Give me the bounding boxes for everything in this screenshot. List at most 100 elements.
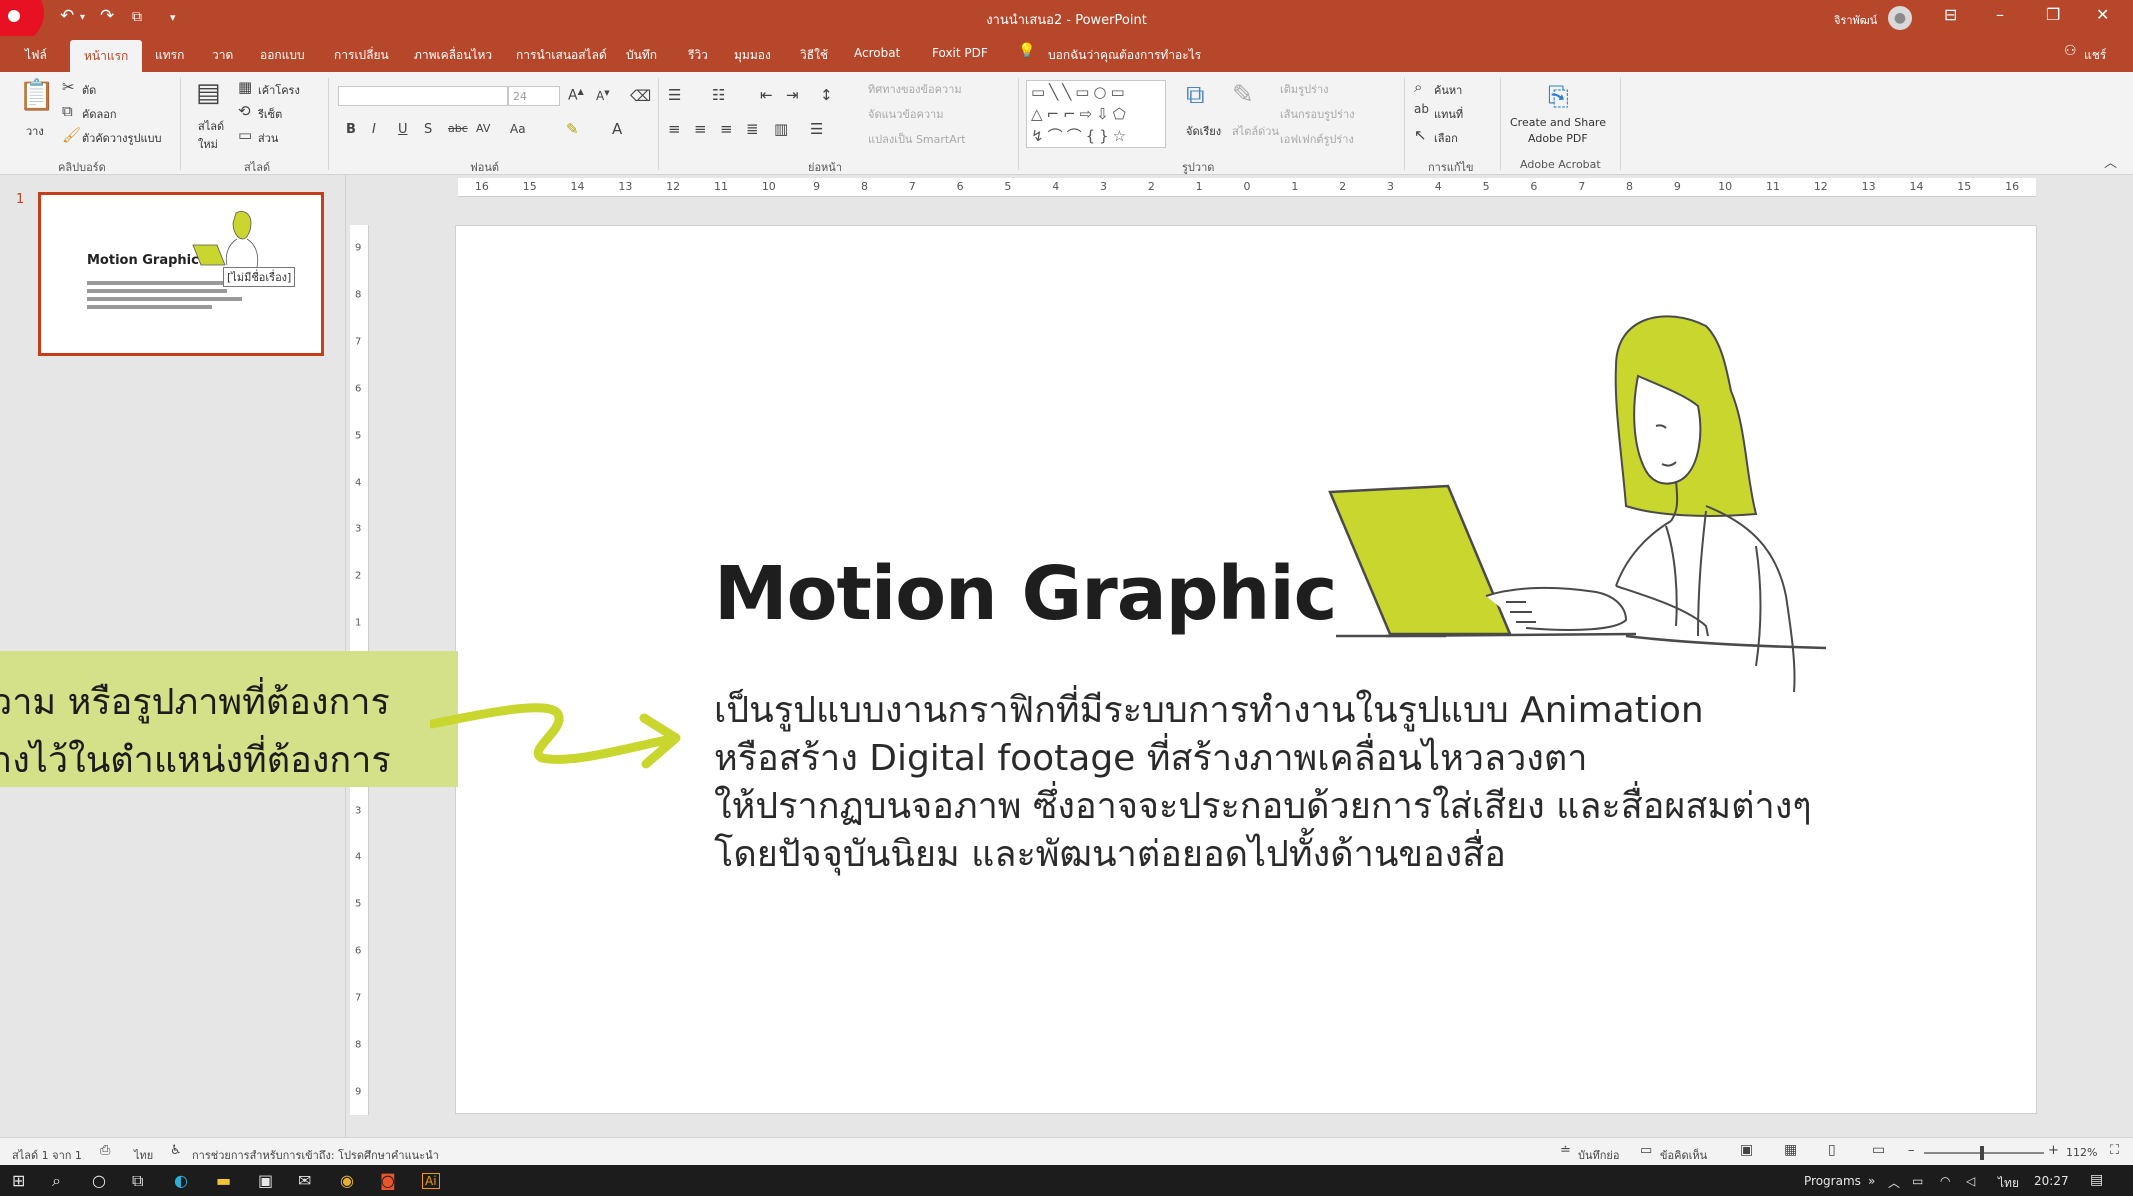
tab-transitions[interactable]: การเปลี่ยน xyxy=(334,46,389,65)
programs-toolbar[interactable]: Programs xyxy=(1804,1174,1861,1188)
slideshow-icon[interactable]: ▭ xyxy=(1872,1142,1885,1158)
notes-button[interactable]: บันทึกย่อ xyxy=(1578,1146,1619,1164)
expand-toolbar-icon[interactable]: » xyxy=(1868,1174,1875,1188)
tab-draw[interactable]: วาด xyxy=(212,46,233,65)
copy-button[interactable]: คัดลอก xyxy=(82,105,117,123)
shrink-font-icon[interactable]: A▼ xyxy=(596,89,610,103)
zoom-out-icon[interactable]: – xyxy=(1908,1143,1915,1158)
select-button[interactable]: เลือก xyxy=(1434,129,1458,147)
highlight-icon[interactable]: ✎ xyxy=(566,120,579,138)
slide-thumbnail[interactable]: Motion Graphic [ไม่มีชื่อเรื่อง] xyxy=(38,192,324,356)
notes-icon[interactable]: ≐ xyxy=(1560,1143,1571,1158)
store-icon[interactable]: ▣ xyxy=(258,1171,273,1190)
quick-styles-icon[interactable]: ✎ xyxy=(1232,80,1254,110)
chrome-icon[interactable]: ◉ xyxy=(340,1171,354,1190)
zoom-level[interactable]: 112% xyxy=(2066,1146,2097,1159)
decrease-indent-icon[interactable]: ⇤ xyxy=(760,86,773,104)
zoom-in-icon[interactable]: + xyxy=(2048,1143,2059,1158)
share-button[interactable]: แชร์ xyxy=(2084,46,2106,65)
arrange-button[interactable]: จัดเรียง xyxy=(1186,122,1221,140)
input-language[interactable]: ไทย xyxy=(1998,1174,2019,1193)
clock[interactable]: 20:27 xyxy=(2034,1174,2069,1188)
accessibility-icon[interactable]: ♿ xyxy=(170,1143,182,1158)
language-indicator[interactable]: ไทย xyxy=(134,1146,153,1164)
underline-icon[interactable]: U xyxy=(398,122,408,137)
change-case-icon[interactable]: Aa xyxy=(510,122,526,136)
layout-button[interactable]: เค้าโครง xyxy=(258,81,300,99)
clear-formatting-icon[interactable]: ⌫ xyxy=(630,87,651,105)
illustrator-icon[interactable]: Ai xyxy=(422,1173,440,1189)
arrange-icon[interactable]: ⧉ xyxy=(1186,80,1205,111)
ribbon-display-options-icon[interactable]: ⊟ xyxy=(1944,5,1957,24)
tab-foxit-pdf[interactable]: Foxit PDF xyxy=(932,46,988,60)
layout-icon[interactable]: ▦ xyxy=(238,78,252,96)
zoom-slider[interactable] xyxy=(1924,1152,2044,1154)
shape-fill-button[interactable]: เติมรูปร่าง xyxy=(1280,80,1329,98)
comments-icon[interactable]: ▭ xyxy=(1640,1143,1652,1158)
cut-button[interactable]: ตัด xyxy=(82,81,96,99)
cortana-icon[interactable]: ○ xyxy=(92,1171,106,1190)
character-spacing-icon[interactable]: AV xyxy=(476,122,490,135)
shape-outline-button[interactable]: เส้นกรอบรูปร่าง xyxy=(1280,105,1355,123)
align-text-button[interactable]: จัดแนวข้อความ xyxy=(868,105,943,123)
font-size-combo[interactable]: 24 xyxy=(508,86,560,106)
font-color-icon[interactable]: A xyxy=(612,120,622,138)
align-center-icon[interactable]: ≡ xyxy=(694,120,707,138)
spellcheck-icon[interactable]: ⎙ xyxy=(100,1143,110,1158)
italic-icon[interactable]: I xyxy=(372,122,376,137)
replace-button[interactable]: แทนที่ xyxy=(1434,105,1463,123)
tab-record[interactable]: บันทึก xyxy=(626,46,657,65)
align-text-icon[interactable]: ☰ xyxy=(810,120,823,138)
find-icon[interactable]: ⌕ xyxy=(1414,78,1422,96)
increase-indent-icon[interactable]: ⇥ xyxy=(786,86,799,104)
zoom-slider-thumb[interactable] xyxy=(1980,1146,1984,1160)
shadow-icon[interactable]: S xyxy=(424,122,432,137)
wifi-icon[interactable]: ◠ xyxy=(1940,1174,1950,1188)
columns-icon[interactable]: ▥ xyxy=(774,120,788,138)
tab-file[interactable]: ไฟล์ xyxy=(25,46,47,65)
bullets-icon[interactable]: ☰ xyxy=(668,86,681,104)
comments-button[interactable]: ข้อคิดเห็น xyxy=(1660,1146,1707,1164)
section-button[interactable]: ส่วน xyxy=(258,129,278,147)
tab-review[interactable]: รีวิว xyxy=(688,46,708,65)
slide-canvas[interactable]: Motion Graphic เป็นรูปแบบงานกราฟิกที่มีร… xyxy=(455,225,2037,1114)
slide-body-text[interactable]: เป็นรูปแบบงานกราฟิกที่มีระบบการทำงานในรู… xyxy=(714,687,1812,879)
collapse-ribbon-icon[interactable]: ︿ xyxy=(2104,152,2117,171)
reset-icon[interactable]: ⟲ xyxy=(238,102,251,120)
tab-home[interactable]: หน้าแรก xyxy=(70,40,143,72)
select-icon[interactable]: ↖ xyxy=(1414,126,1427,144)
accessibility-status[interactable]: การช่วยการสำหรับการเข้าถึง: โปรดศึกษาคำแ… xyxy=(192,1146,439,1164)
strikethrough-icon[interactable]: abc xyxy=(448,122,468,135)
create-share-pdf-line1[interactable]: Create and Share xyxy=(1510,116,1606,129)
line-spacing-icon[interactable]: ↕ xyxy=(820,86,833,104)
find-button[interactable]: ค้นหา xyxy=(1434,81,1462,99)
new-slide-icon[interactable]: ▤ xyxy=(196,78,221,108)
fit-slide-icon[interactable]: ⛶ xyxy=(2110,1143,2119,1158)
restore-icon[interactable]: ❐ xyxy=(2046,5,2060,24)
new-slide-button[interactable]: สไลด์ใหม่ xyxy=(198,117,228,153)
shape-effects-button[interactable]: เอฟเฟกต์รูปร่าง xyxy=(1280,130,1354,148)
format-painter-button[interactable]: ตัวคัดวางรูปแบบ xyxy=(82,129,162,147)
notifications-icon[interactable]: ▤ xyxy=(2090,1172,2103,1188)
section-icon[interactable]: ▭ xyxy=(238,126,252,144)
search-icon[interactable]: ⌕ xyxy=(52,1171,61,1191)
minimize-icon[interactable]: – xyxy=(1996,5,2004,24)
slide-sorter-icon[interactable]: ▦ xyxy=(1784,1142,1797,1158)
replace-icon[interactable]: ab xyxy=(1414,102,1429,116)
tab-view[interactable]: มุมมอง xyxy=(734,46,771,65)
create-pdf-icon[interactable]: ⎘ xyxy=(1548,82,1569,113)
tab-help[interactable]: วิธีใช้ xyxy=(800,46,828,65)
font-name-combo[interactable] xyxy=(338,86,508,106)
tab-animations[interactable]: ภาพเคลื่อนไหว xyxy=(414,46,492,65)
tell-me-search[interactable]: บอกฉันว่าคุณต้องการทำอะไร xyxy=(1048,46,1201,65)
shapes-gallery[interactable]: ▭╲╲▭○▭ △⌐⌐⇨⇩⬠ ↯⌒⌒{}☆ xyxy=(1026,80,1166,148)
edge-icon[interactable]: ◐ xyxy=(174,1171,188,1190)
tab-insert[interactable]: แทรก xyxy=(155,46,184,65)
tab-acrobat[interactable]: Acrobat xyxy=(854,46,900,60)
grow-font-icon[interactable]: A▲ xyxy=(568,87,584,104)
align-right-icon[interactable]: ≡ xyxy=(720,120,733,138)
mail-icon[interactable]: ✉ xyxy=(298,1171,311,1190)
tab-design[interactable]: ออกแบบ xyxy=(260,46,305,65)
convert-smartart-button[interactable]: แปลงเป็น SmartArt xyxy=(868,130,966,148)
align-left-icon[interactable]: ≡ xyxy=(668,120,681,138)
